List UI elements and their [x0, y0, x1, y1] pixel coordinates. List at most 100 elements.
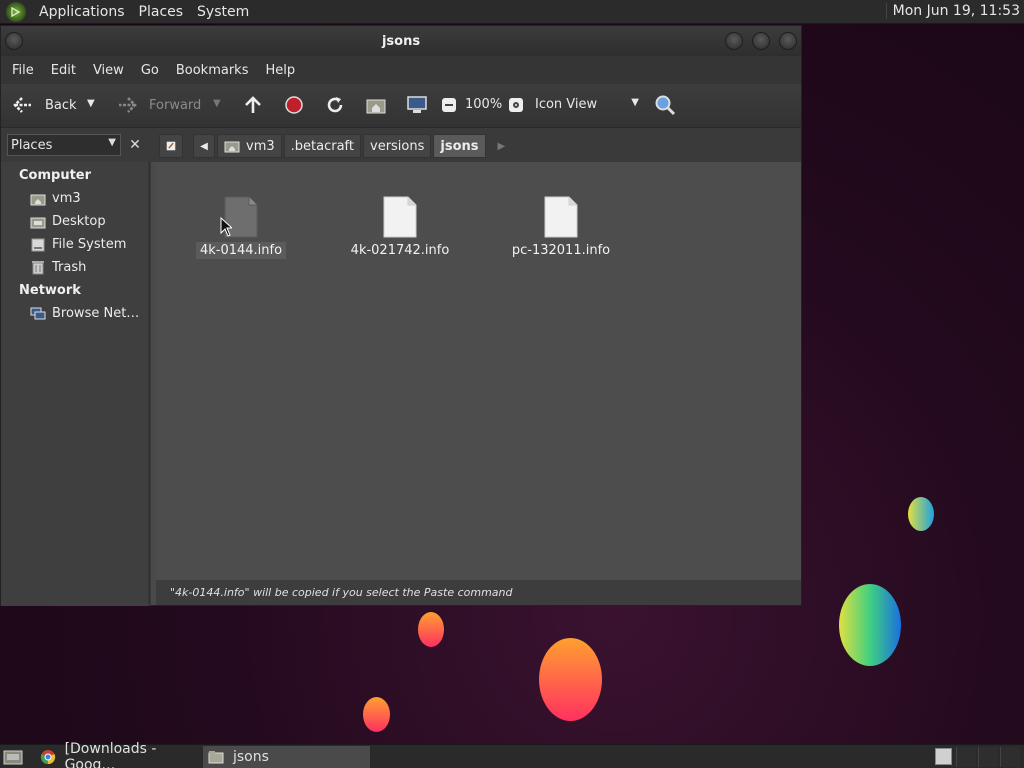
workspace-3[interactable] — [978, 747, 998, 767]
file-name: pc-132011.info — [511, 243, 611, 258]
decorative-bubble — [839, 584, 901, 666]
computer-icon[interactable] — [405, 94, 429, 116]
forward-arrow-icon — [115, 96, 139, 114]
file-manager-window: jsons File Edit View Go Bookmarks Help B… — [0, 25, 802, 606]
sidebar-item-browse-network[interactable]: Browse Net… — [1, 302, 148, 325]
breadcrumb-betacraft[interactable]: .betacraft — [283, 134, 361, 158]
applications-menu[interactable]: Applications — [32, 4, 132, 20]
system-menu[interactable]: System — [190, 4, 256, 20]
forward-history-dropdown[interactable]: ▼ — [213, 98, 221, 109]
chevron-down-icon: ▼ — [108, 137, 116, 148]
sidebar-heading-network: Network — [19, 283, 81, 298]
folder-icon — [207, 750, 225, 764]
places-sidebar: Computer vm3 Desktop File System Trash N — [1, 162, 151, 606]
taskbar-item-label: [Downloads - Goog… — [64, 740, 157, 768]
decorative-bubble — [363, 697, 390, 732]
mate-logo-icon[interactable] — [6, 1, 26, 22]
zoom-in-icon[interactable] — [509, 98, 523, 112]
menu-file[interactable]: File — [5, 63, 44, 78]
sidebar-item-label: Trash — [52, 260, 87, 275]
document-icon — [383, 196, 417, 238]
zoom-out-icon[interactable] — [442, 98, 456, 112]
forward-label: Forward — [149, 97, 202, 113]
window-titlebar[interactable]: jsons — [1, 26, 801, 56]
sidebar-item-desktop[interactable]: Desktop — [1, 210, 148, 233]
file-item[interactable]: 4k-0144.info — [171, 196, 311, 259]
file-icon-view[interactable]: 4k-0144.info 4k-021742.info pc-132011.in… — [156, 162, 801, 580]
location-bar: Places ▼ ✕ ◀ vm3 .betacraft versions jso… — [1, 128, 801, 162]
back-label: Back — [45, 97, 77, 113]
desktop-folder-icon — [30, 215, 46, 229]
menubar: File Edit View Go Bookmarks Help — [1, 56, 801, 84]
clock[interactable]: Mon Jun 19, 11:53 — [885, 3, 1020, 19]
file-name: 4k-0144.info — [195, 242, 287, 259]
file-system-icon — [30, 238, 46, 252]
show-desktop-icon[interactable] — [2, 747, 24, 767]
taskbar-item-jsons[interactable]: jsons — [203, 745, 370, 768]
view-mode-label: Icon View — [535, 97, 598, 112]
home-folder-icon — [30, 192, 46, 206]
breadcrumb-scroll-left-button[interactable]: ◀ — [193, 134, 215, 158]
file-item[interactable]: 4k-021742.info — [330, 196, 470, 259]
back-button[interactable]: Back — [11, 96, 77, 114]
menu-go[interactable]: Go — [134, 63, 169, 78]
taskbar-item-label: jsons — [233, 748, 269, 765]
decorative-bubble — [908, 497, 934, 531]
workspace-2[interactable] — [956, 747, 976, 767]
status-bar: "4k-0144.info" will be copied if you sel… — [156, 580, 801, 605]
window-title: jsons — [381, 33, 421, 49]
menu-help[interactable]: Help — [258, 63, 305, 78]
status-text: "4k-0144.info" will be copied if you sel… — [170, 586, 513, 599]
home-folder-icon[interactable] — [365, 94, 387, 116]
sidebar-item-label: Browse Net… — [52, 306, 140, 321]
breadcrumb-vm3[interactable]: vm3 — [217, 134, 282, 158]
toolbar: Back ▼ Forward ▼ 100% Icon View ▼ — [1, 84, 801, 128]
file-item[interactable]: pc-132011.info — [491, 196, 631, 259]
side-pane-selector[interactable]: Places ▼ — [7, 134, 121, 156]
breadcrumb-scroll-right-button[interactable]: ▶ — [498, 141, 506, 152]
sidebar-item-vm3[interactable]: vm3 — [1, 187, 148, 210]
forward-button[interactable]: Forward — [115, 96, 201, 114]
search-icon[interactable] — [653, 93, 677, 117]
chrome-icon — [40, 749, 57, 765]
sidebar-item-file-system[interactable]: File System — [1, 233, 148, 256]
sidebar-item-trash[interactable]: Trash — [1, 256, 148, 279]
chevron-down-icon: ▼ — [631, 97, 639, 108]
back-history-dropdown[interactable]: ▼ — [87, 98, 95, 109]
workspace-1[interactable] — [935, 748, 952, 765]
view-mode-select[interactable]: Icon View ▼ — [535, 97, 639, 112]
places-menu[interactable]: Places — [132, 4, 191, 20]
maximize-button[interactable] — [752, 32, 770, 50]
home-folder-icon — [224, 141, 240, 153]
sidebar-item-label: Desktop — [52, 214, 106, 229]
sidebar-item-label: File System — [52, 237, 127, 252]
decorative-bubble — [418, 612, 444, 647]
menu-bookmarks[interactable]: Bookmarks — [169, 63, 259, 78]
menu-edit[interactable]: Edit — [44, 63, 86, 78]
sidebar-item-label: vm3 — [52, 191, 81, 206]
window-menu-button[interactable] — [5, 32, 23, 50]
close-side-pane-icon[interactable]: ✕ — [125, 135, 145, 155]
file-name: 4k-021742.info — [350, 243, 450, 258]
zoom-level[interactable]: 100% — [465, 97, 502, 112]
up-arrow-icon[interactable] — [242, 94, 264, 116]
minimize-button[interactable] — [725, 32, 743, 50]
stop-icon[interactable] — [283, 94, 305, 116]
network-icon — [30, 307, 46, 321]
document-icon — [544, 196, 578, 238]
top-panel: Applications Places System Mon Jun 19, 1… — [0, 0, 1024, 24]
bottom-panel: [Downloads - Goog… jsons — [0, 741, 1024, 768]
sidebar-heading-computer: Computer — [19, 168, 92, 183]
edit-location-button[interactable] — [159, 134, 183, 158]
decorative-bubble — [539, 638, 602, 721]
breadcrumb-jsons[interactable]: jsons — [433, 134, 486, 158]
workspace-4[interactable] — [1000, 747, 1020, 767]
menu-view[interactable]: View — [86, 63, 134, 78]
breadcrumb: ◀ vm3 .betacraft versions jsons ▶ — [159, 134, 505, 158]
reload-icon[interactable] — [324, 94, 346, 116]
close-button[interactable] — [779, 32, 797, 50]
taskbar-item-downloads[interactable]: [Downloads - Goog… — [36, 741, 200, 768]
mouse-cursor-icon — [220, 217, 232, 237]
breadcrumb-versions[interactable]: versions — [363, 134, 432, 158]
side-pane-label: Places — [11, 137, 53, 153]
